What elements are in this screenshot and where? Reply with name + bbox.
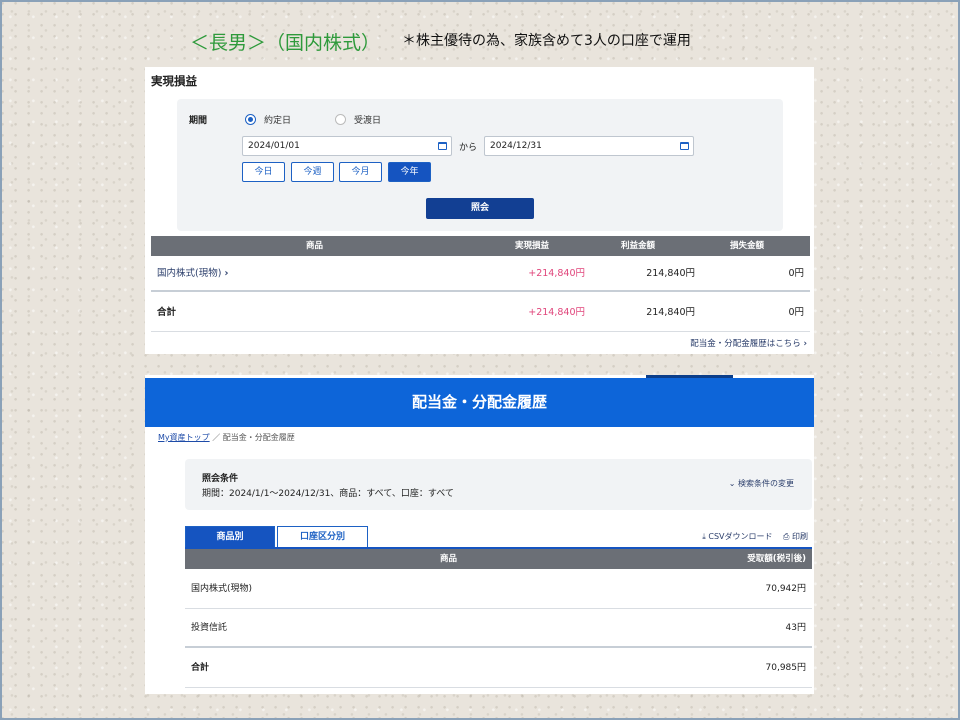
total-label: 合計: [157, 307, 177, 318]
csv-download-link[interactable]: ⤓ CSVダウンロード: [702, 532, 772, 541]
col-amount: 受取額(税引後): [747, 554, 806, 564]
radio-settlement-date-label: 受渡日: [354, 116, 382, 126]
page-title: 配当金・分配金履歴: [145, 378, 814, 427]
total-profit-value: 214,840円: [646, 307, 695, 318]
date-to-input[interactable]: 2024/12/31: [484, 136, 694, 156]
dividend-history-link-label: 配当金・分配金履歴はこちら: [690, 339, 801, 349]
total-row: 合計 70,985円: [185, 649, 812, 688]
product-name: 投資信託: [191, 623, 228, 633]
print-link[interactable]: ⎙ 印刷: [783, 532, 808, 541]
date-from-value: 2024/01/01: [248, 141, 300, 151]
radio-settlement-date[interactable]: 受渡日: [335, 113, 381, 126]
loss-value: 0円: [788, 268, 804, 279]
table-tools: ⤓ CSVダウンロード ⎙ 印刷: [694, 531, 808, 542]
col-product: 商品: [440, 554, 458, 564]
period-label: 期間: [189, 116, 208, 126]
calendar-icon[interactable]: [438, 142, 447, 150]
radio-trade-date-label: 約定日: [264, 116, 292, 126]
table-row: 国内株式(現物) 70,942円: [185, 570, 812, 609]
slide-title: ＜長男＞（国内株式）: [190, 32, 381, 54]
tab-by-product[interactable]: 商品別: [185, 526, 275, 548]
radio-unselected-icon: [335, 114, 346, 125]
this-week-button[interactable]: 今週: [291, 162, 334, 182]
product-name: 国内株式(現物): [191, 584, 253, 594]
period-filter-box: 期間 約定日 受渡日 2024/01/01 から 2024/12/31 今日 今…: [177, 99, 783, 231]
date-to-value: 2024/12/31: [490, 141, 542, 151]
range-separator: から: [459, 143, 478, 153]
panel-title: 実現損益: [151, 74, 197, 88]
dividend-table-header: 商品 受取額(税引後): [185, 549, 812, 569]
date-from-input[interactable]: 2024/01/01: [242, 136, 452, 156]
profit-value: 214,840円: [646, 268, 695, 279]
total-loss-value: 0円: [788, 307, 804, 318]
amount-value: 70,942円: [765, 584, 807, 594]
product-link[interactable]: 国内株式(現物) ›: [157, 256, 228, 292]
col-product: 商品: [306, 241, 324, 251]
total-amount-value: 70,985円: [765, 663, 807, 673]
breadcrumb: My資産トップ ／ 配当金・分配金履歴: [158, 432, 295, 443]
col-profit: 利益金額: [621, 241, 656, 251]
calendar-icon[interactable]: [680, 142, 689, 150]
amount-value: 43円: [785, 623, 806, 633]
realized-pnl-panel: 実現損益 期間 約定日 受渡日 2024/01/01 から 2024/12/31…: [145, 67, 814, 354]
total-label: 合計: [191, 663, 210, 673]
search-button[interactable]: 照会: [426, 198, 534, 219]
realized-table-header: 商品 実現損益 利益金額 損失金額: [151, 236, 810, 256]
tab-by-account[interactable]: 口座区分別: [277, 526, 368, 548]
radio-selected-icon: [245, 114, 256, 125]
dividend-history-link[interactable]: 配当金・分配金履歴はこちら ›: [690, 337, 807, 349]
condition-text: 期間：2024/1/1〜2024/12/31、商品：すべて、口座：すべて: [202, 489, 454, 499]
condition-title: 照会条件: [202, 474, 239, 484]
today-button[interactable]: 今日: [242, 162, 285, 182]
breadcrumb-home-link[interactable]: My資産トップ: [158, 433, 210, 442]
this-year-button[interactable]: 今年: [388, 162, 431, 182]
slide-note: ＊株主優待の為、家族含めて3人の口座で運用: [402, 33, 691, 49]
query-condition-box: 照会条件 期間：2024/1/1〜2024/12/31、商品：すべて、口座：すべ…: [185, 459, 812, 510]
breadcrumb-current: 配当金・分配金履歴: [222, 433, 295, 442]
radio-trade-date[interactable]: 約定日: [245, 113, 291, 126]
table-row: 投資信託 43円: [185, 609, 812, 648]
change-condition-link[interactable]: ⌄ 検索条件の変更: [729, 478, 794, 489]
total-realized-value: +214,840円: [528, 307, 585, 318]
realized-value: +214,840円: [528, 268, 585, 279]
product-name: 国内株式(現物): [157, 268, 222, 279]
col-realized: 実現損益: [515, 241, 550, 251]
dividend-history-panel: 配当金・分配金履歴 My資産トップ ／ 配当金・分配金履歴 照会条件 期間：20…: [145, 375, 814, 694]
this-month-button[interactable]: 今月: [339, 162, 382, 182]
breadcrumb-separator: ／: [212, 433, 221, 442]
total-row: 合計 +214,840円 214,840円 0円: [151, 295, 810, 332]
table-row: 国内株式(現物) › +214,840円 214,840円 0円: [151, 256, 810, 292]
chevron-right-icon: ›: [803, 339, 807, 349]
col-loss: 損失金額: [730, 241, 765, 251]
chevron-right-icon: ›: [224, 268, 229, 279]
